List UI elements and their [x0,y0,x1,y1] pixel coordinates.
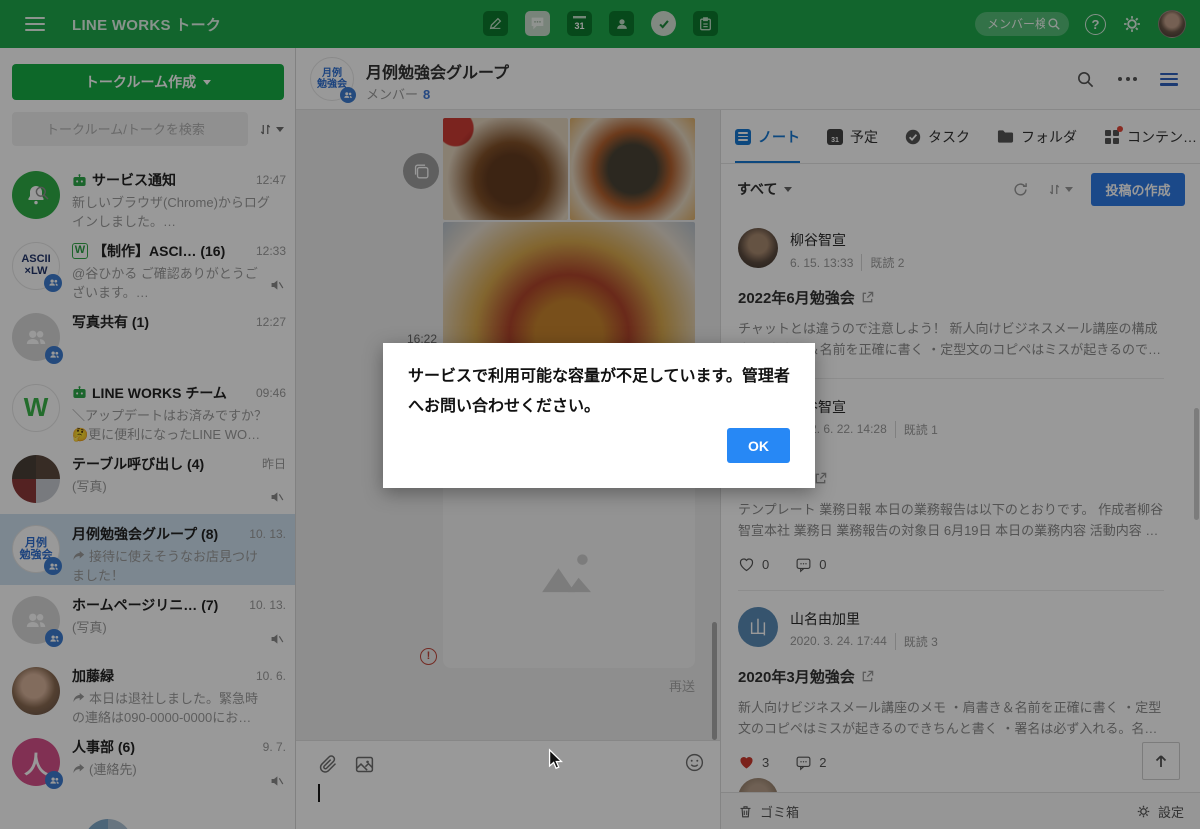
mouse-cursor [545,748,567,772]
alert-dialog: サービスで利用可能な容量が不足しています。管理者へお問い合わせください。 OK [383,343,815,488]
dialog-message: サービスで利用可能な容量が不足しています。管理者へお問い合わせください。 [408,368,790,415]
ok-button[interactable]: OK [727,428,790,463]
